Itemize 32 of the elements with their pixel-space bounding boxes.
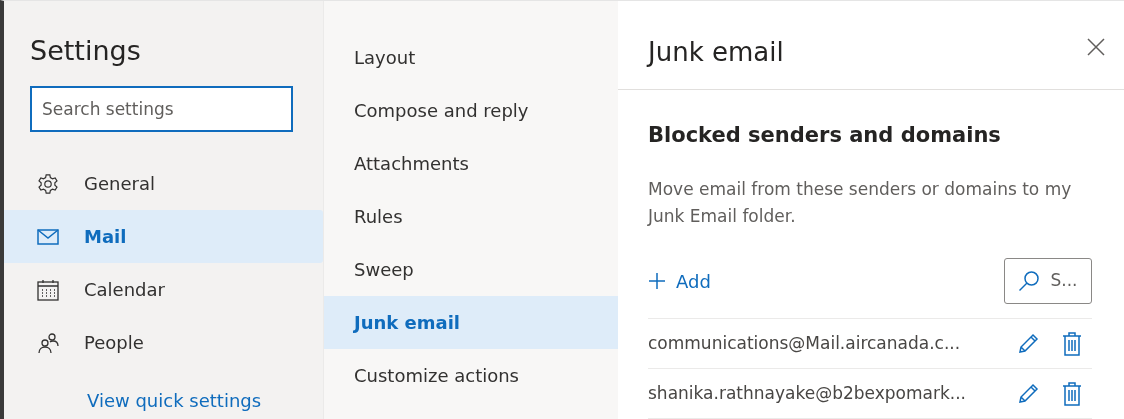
- people-icon: [37, 331, 59, 354]
- plus-icon: [648, 272, 666, 290]
- panel-title: Junk email: [648, 36, 784, 69]
- search-icon: [1018, 270, 1041, 292]
- trash-icon[interactable]: [1062, 331, 1082, 356]
- edit-icon[interactable]: [1016, 381, 1040, 406]
- search-field[interactable]: Search settings: [30, 86, 293, 132]
- submenu-item[interactable]: Rules: [324, 190, 618, 243]
- description: Move email from these senders or domains to my Junk Email folder.: [648, 178, 1073, 228]
- envelope-icon: [37, 228, 59, 245]
- blocked-address: shanika.rathnayake@b2bexpomark...: [648, 381, 967, 405]
- edit-icon[interactable]: [1016, 331, 1040, 356]
- blocked-address: communications@Mail.aircanada.c...: [648, 331, 962, 355]
- submenu-item[interactable]: Customize actions: [324, 349, 618, 402]
- add-button[interactable]: Add: [648, 267, 711, 295]
- nav-item[interactable]: Mail: [4, 210, 323, 263]
- submenu-item[interactable]: Compose and reply: [324, 84, 618, 137]
- trash-icon[interactable]: [1062, 381, 1082, 406]
- close-icon[interactable]: [1086, 37, 1106, 57]
- view-quick-settings-link[interactable]: View quick settings: [87, 387, 323, 414]
- nav-item[interactable]: People: [4, 316, 323, 369]
- submenu-item[interactable]: Layout: [324, 31, 618, 84]
- gear-icon: [37, 172, 59, 195]
- search-button[interactable]: S...: [1004, 258, 1092, 304]
- submenu-item[interactable]: Junk email: [324, 296, 618, 349]
- submenu-item[interactable]: Sweep: [324, 243, 618, 296]
- nav-item[interactable]: Calendar: [4, 263, 323, 316]
- settings-title: Settings: [29, 34, 142, 68]
- calendar-icon: [37, 278, 59, 301]
- section-title: Blocked senders and domains: [648, 121, 1002, 149]
- submenu-item[interactable]: Attachments: [324, 137, 618, 190]
- nav-item[interactable]: General: [4, 157, 323, 210]
